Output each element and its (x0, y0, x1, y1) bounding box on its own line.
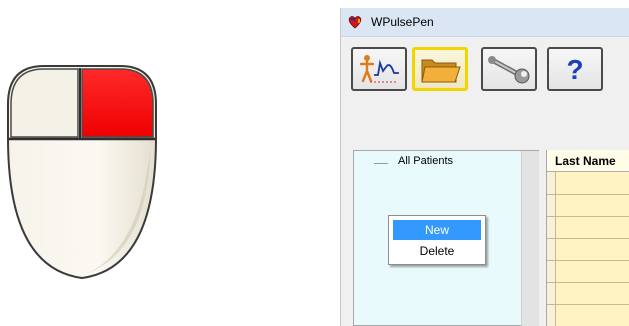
help-button[interactable]: ? (547, 47, 603, 91)
folder-icon (421, 59, 461, 83)
window-title: WPulsePen (371, 15, 434, 29)
patient-grid[interactable]: Last Name (546, 150, 629, 326)
table-row (547, 260, 629, 261)
wrench-icon (488, 56, 530, 84)
menu-item-new[interactable]: New (393, 220, 481, 240)
table-row (547, 282, 629, 283)
menu-item-delete[interactable]: Delete (393, 241, 481, 261)
tree-connector (374, 163, 388, 164)
help-glyph: ? (566, 54, 583, 85)
help-question-icon: ? (566, 54, 583, 85)
heart-app-icon (348, 16, 362, 29)
mouse-right-button (81, 68, 154, 138)
table-row (547, 216, 629, 217)
column-header-last-name[interactable]: Last Name (547, 150, 629, 172)
context-menu: New Delete (388, 215, 486, 265)
mouse-illustration (7, 65, 157, 280)
table-row (547, 194, 629, 195)
app-window: WPulsePen ? All Patients Last Name (340, 8, 629, 326)
title-bar[interactable]: WPulsePen (341, 8, 629, 37)
settings-button[interactable] (481, 47, 537, 91)
open-folder-button[interactable] (412, 47, 468, 91)
toolbar: ? (341, 37, 629, 97)
row-selector-column (547, 172, 556, 326)
pulse-wave-person-icon (359, 55, 399, 83)
mouse-left-button (10, 68, 79, 138)
vertical-scrollbar[interactable]: ▲ (521, 151, 539, 326)
tree-item-all-patients[interactable]: All Patients (398, 155, 453, 167)
table-row (547, 304, 629, 305)
pulse-measure-button[interactable] (351, 47, 407, 91)
table-row (547, 238, 629, 239)
